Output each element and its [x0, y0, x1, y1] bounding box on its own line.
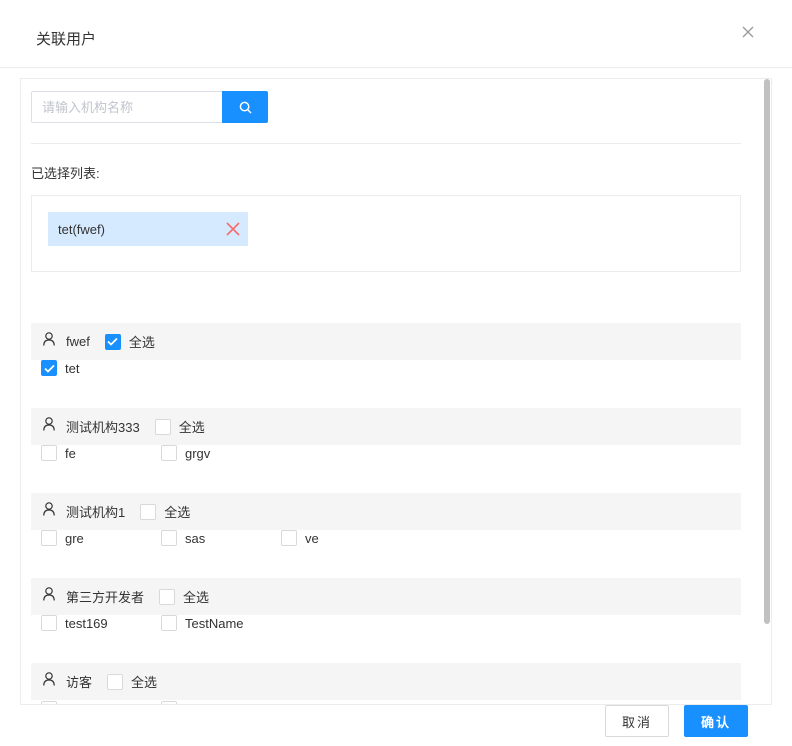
selected-tag: tet(fwef)	[48, 212, 248, 246]
checkbox-box[interactable]	[161, 530, 177, 546]
member-label: fe	[65, 445, 76, 461]
search-button[interactable]	[222, 91, 268, 123]
search-input[interactable]	[31, 91, 222, 123]
checkbox-box[interactable]	[140, 503, 157, 520]
member-checkbox[interactable]: ve	[281, 530, 319, 546]
divider	[31, 143, 741, 144]
checkbox-box[interactable]	[159, 588, 176, 605]
select-all-label: 全选	[131, 675, 158, 690]
user-icon	[43, 501, 55, 516]
checkbox-box[interactable]	[41, 445, 57, 461]
checkbox-box[interactable]	[281, 530, 297, 546]
group-header-visitor: 访客 全选	[31, 663, 741, 700]
group-name: 测试机构1	[66, 505, 126, 520]
member-label: TestName	[185, 615, 244, 631]
selected-list: tet(fwef)	[31, 195, 741, 272]
check-icon	[43, 364, 55, 373]
selected-list-label: 已选择列表:	[31, 166, 100, 181]
select-all-checkbox[interactable]: 全选	[154, 417, 205, 436]
group-name: 第三方开发者	[66, 590, 145, 605]
dialog-body: 已选择列表: tet(fwef) fwef	[20, 78, 772, 705]
scrollbar-thumb[interactable]	[764, 79, 770, 624]
scrollbar[interactable]	[763, 79, 771, 704]
checkbox-box[interactable]	[41, 530, 57, 546]
user-icon	[43, 416, 55, 431]
confirm-button[interactable]: 确认	[684, 705, 748, 737]
member-checkbox[interactable]: sas	[161, 530, 205, 546]
checkbox-box[interactable]	[107, 673, 124, 690]
group-header-test-org-1: 测试机构1 全选	[31, 493, 741, 530]
checkbox-box[interactable]	[161, 615, 177, 631]
search-bar	[31, 91, 268, 123]
checkbox-box[interactable]	[161, 445, 177, 461]
associate-users-dialog: 关联用户 已选择列表: tet(fwef)	[0, 0, 792, 746]
group-header-third-party-dev: 第三方开发者 全选	[31, 578, 741, 615]
select-all-label: 全选	[183, 590, 210, 605]
group-header-test-org-333: 测试机构333 全选	[31, 408, 741, 445]
member-label: test169	[65, 615, 108, 631]
dialog-header: 关联用户	[0, 0, 792, 68]
select-all-label: 全选	[164, 505, 191, 520]
checkbox-box[interactable]	[41, 360, 57, 376]
close-icon[interactable]	[740, 24, 756, 40]
member-checkbox[interactable]: gre	[41, 530, 84, 546]
member-checkbox-clipped[interactable]	[161, 701, 185, 704]
select-all-checkbox[interactable]: 全选	[107, 672, 157, 691]
checkbox-box[interactable]	[41, 615, 57, 631]
remove-icon[interactable]	[226, 222, 240, 236]
member-checkbox[interactable]: fe	[41, 445, 76, 461]
select-all-label: 全选	[178, 420, 205, 435]
member-label: sas	[185, 530, 206, 546]
checkbox-box[interactable]	[154, 418, 171, 435]
group-name: fwef	[66, 334, 90, 349]
member-checkbox[interactable]: grgv	[161, 445, 210, 461]
select-all-label: 全选	[128, 335, 155, 350]
member-label: gre	[65, 530, 84, 546]
member-checkbox[interactable]: tet	[41, 360, 79, 376]
cancel-button[interactable]: 取消	[605, 705, 669, 737]
user-icon	[43, 586, 55, 601]
select-all-checkbox[interactable]: 全选	[104, 332, 155, 351]
checkbox-box[interactable]	[104, 333, 121, 350]
check-icon	[107, 337, 118, 346]
group-name: 测试机构333	[66, 420, 140, 435]
group-header-fwef: fwef 全选	[31, 323, 741, 360]
checkbox-box[interactable]	[41, 701, 57, 704]
search-icon	[239, 101, 251, 113]
member-checkbox-clipped[interactable]	[41, 701, 65, 704]
user-icon	[43, 671, 55, 686]
selected-tag-label: tet(fwef)	[58, 221, 105, 237]
select-all-checkbox[interactable]: 全选	[140, 502, 190, 521]
member-label: ve	[305, 530, 319, 546]
member-checkbox[interactable]: TestName	[161, 615, 244, 631]
member-label: tet	[65, 360, 80, 376]
select-all-checkbox[interactable]: 全选	[159, 587, 209, 606]
user-icon	[43, 331, 55, 346]
checkbox-box[interactable]	[161, 701, 177, 704]
group-name: 访客	[66, 675, 93, 690]
member-label: grgv	[185, 445, 211, 461]
member-checkbox[interactable]: test169	[41, 615, 108, 631]
dialog-title: 关联用户	[36, 31, 97, 48]
